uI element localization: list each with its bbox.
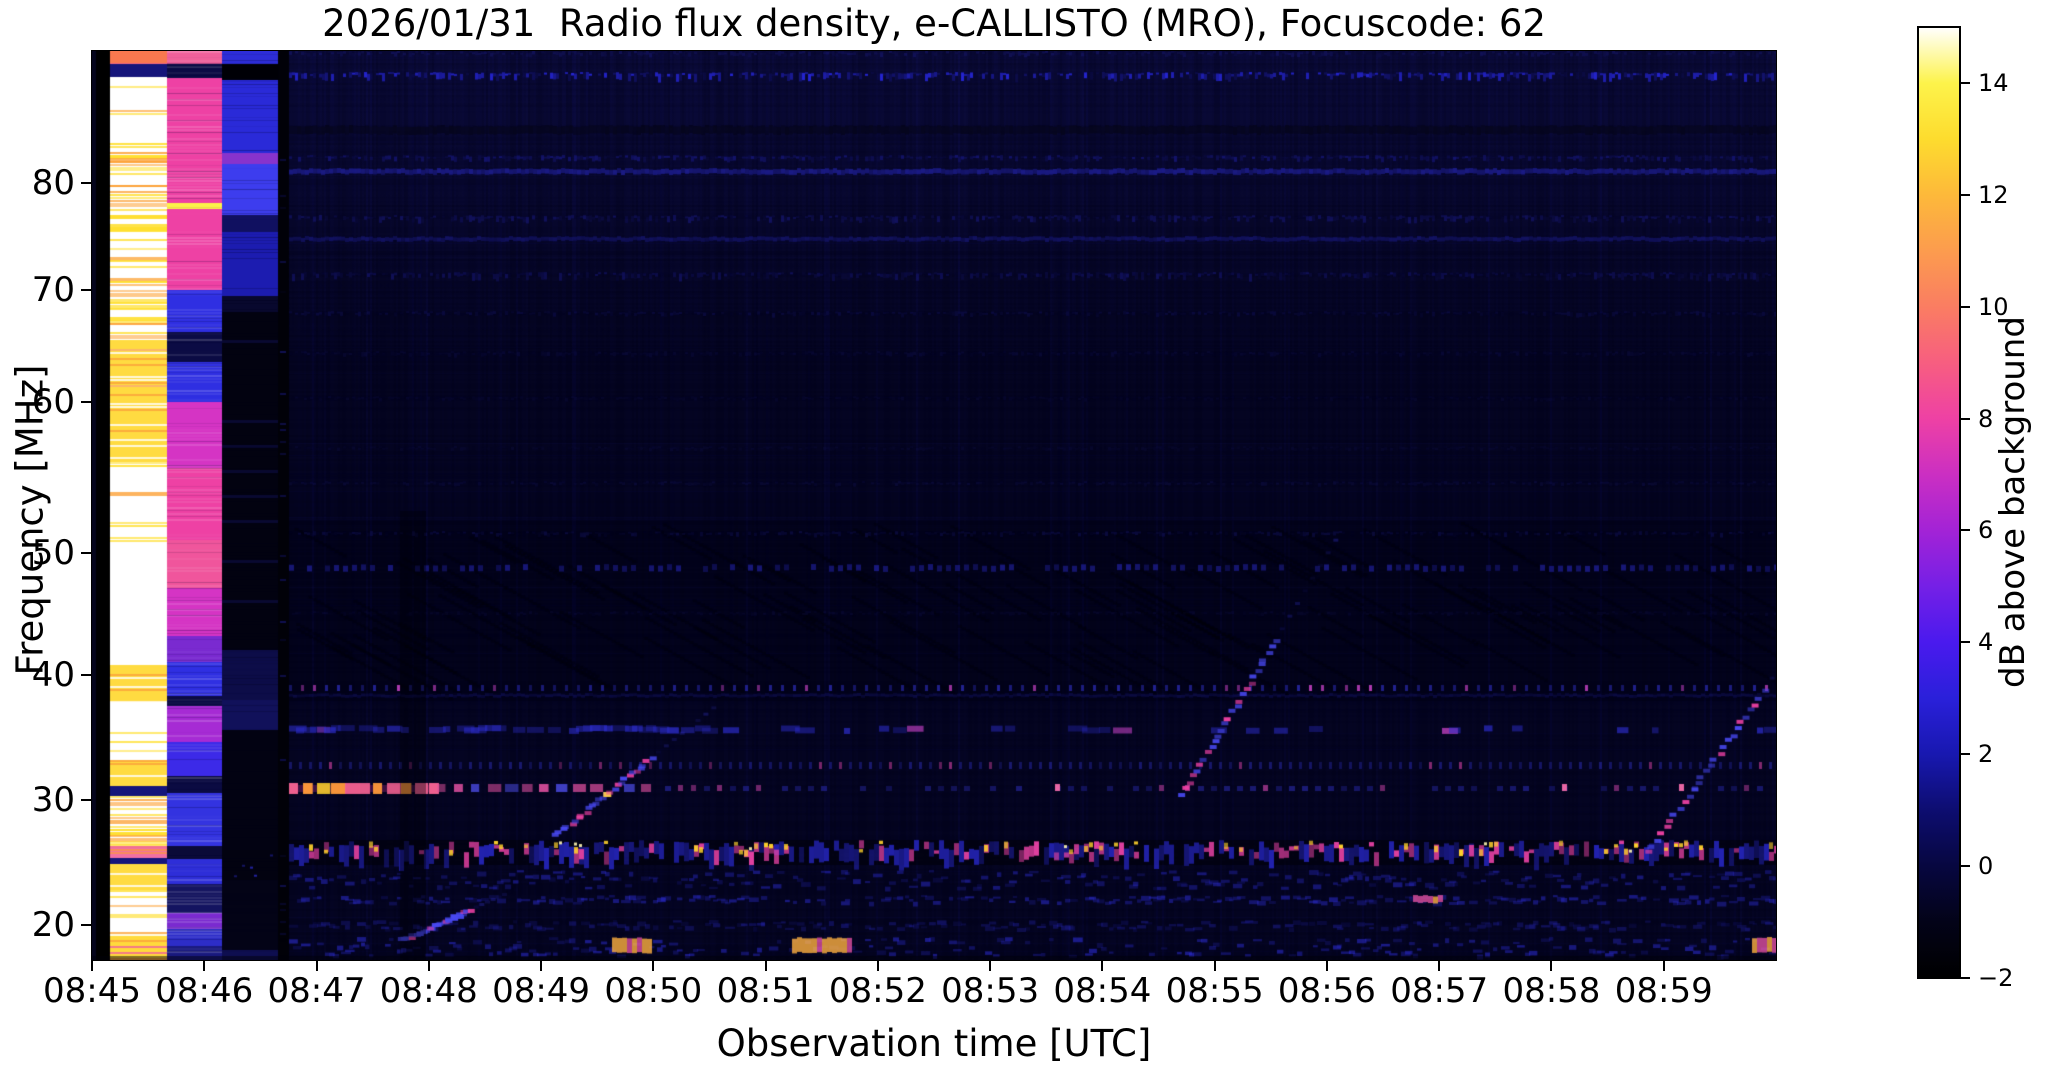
x-tick-mark: [203, 961, 206, 971]
x-tick-mark: [876, 961, 879, 971]
x-tick-mark: [1438, 961, 1441, 971]
y-tick-mark: [81, 551, 91, 554]
x-tick-label: 08:50: [604, 971, 703, 1011]
colorbar-tick-mark: [1961, 865, 1970, 868]
spectrogram-canvas: [92, 51, 1776, 960]
y-tick-label: 20: [31, 905, 75, 945]
colorbar-tick-mark: [1961, 529, 1970, 532]
x-tick-label: 08:55: [1165, 971, 1264, 1011]
x-tick-label: 08:58: [1502, 971, 1601, 1011]
x-tick-label: 08:46: [155, 971, 254, 1011]
colorbar-tick-label: 0: [1978, 852, 1994, 881]
colorbar: [1917, 26, 1961, 979]
colorbar-label: dB above background: [1993, 316, 2033, 688]
x-tick-mark: [989, 961, 992, 971]
colorbar-tick-mark: [1961, 641, 1970, 644]
y-tick-label: 60: [31, 381, 75, 422]
y-tick-mark: [81, 673, 91, 676]
x-tick-mark: [652, 961, 655, 971]
x-tick-label: 08:59: [1614, 971, 1713, 1011]
y-tick-mark: [81, 799, 91, 802]
y-tick-mark: [81, 181, 91, 184]
x-tick-label: 08:47: [267, 971, 366, 1011]
y-tick-label: 70: [31, 269, 75, 310]
colorbar-tick-label: −2: [1978, 964, 2014, 992]
spectrogram-figure: 2026/01/31 Radio flux density, e-CALLIST…: [0, 0, 2047, 1067]
spectrogram-plot-area: [91, 50, 1777, 961]
x-tick-label: 08:48: [379, 971, 478, 1011]
x-tick-mark: [1662, 961, 1665, 971]
colorbar-tick-mark: [1961, 753, 1970, 756]
plot-title: 2026/01/31 Radio flux density, e-CALLIST…: [322, 2, 1546, 45]
y-tick-label: 50: [31, 532, 75, 573]
x-tick-mark: [1101, 961, 1104, 971]
colorbar-tick-label: 6: [1978, 516, 1994, 545]
colorbar-tick-mark: [1961, 193, 1970, 196]
y-tick-label: 30: [31, 780, 75, 821]
x-tick-label: 08:49: [492, 971, 591, 1011]
colorbar-tick-label: 14: [1978, 68, 2009, 97]
x-tick-mark: [1213, 961, 1216, 971]
x-tick-label: 08:54: [1053, 971, 1152, 1011]
colorbar-tick-mark: [1961, 305, 1970, 308]
x-tick-label: 08:53: [941, 971, 1040, 1011]
x-tick-mark: [427, 961, 430, 971]
y-tick-mark: [81, 400, 91, 403]
colorbar-tick-label: 12: [1978, 180, 2009, 209]
colorbar-tick-label: 4: [1978, 628, 1994, 657]
colorbar-tick-label: 2: [1978, 740, 1994, 769]
x-tick-mark: [764, 961, 767, 971]
x-axis-label: Observation time [UTC]: [716, 1022, 1152, 1065]
x-tick-label: 08:51: [716, 971, 815, 1011]
x-tick-mark: [540, 961, 543, 971]
x-tick-mark: [1325, 961, 1328, 971]
y-tick-label: 40: [31, 654, 75, 695]
colorbar-tick-mark: [1961, 417, 1970, 420]
y-tick-mark: [81, 924, 91, 926]
x-tick-label: 08:45: [43, 971, 141, 1011]
y-tick-label: 80: [31, 162, 75, 203]
x-tick-label: 08:56: [1277, 971, 1376, 1011]
colorbar-tick-mark: [1961, 977, 1970, 979]
y-tick-mark: [81, 288, 91, 291]
x-tick-label: 08:52: [828, 971, 927, 1011]
x-tick-mark: [1550, 961, 1553, 971]
x-tick-mark: [91, 961, 93, 971]
x-tick-label: 08:57: [1390, 971, 1489, 1011]
x-tick-mark: [315, 961, 318, 971]
colorbar-tick-label: 8: [1978, 404, 1994, 433]
colorbar-tick-mark: [1961, 81, 1970, 84]
